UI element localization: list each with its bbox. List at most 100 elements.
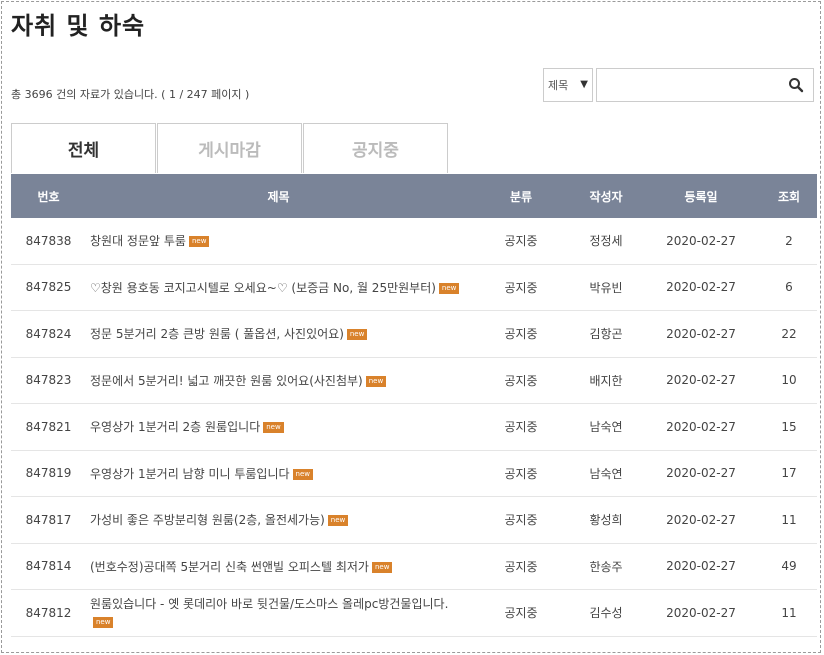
row-subject[interactable]: ♡창원 용호동 코지고시텔로 오세요~♡ (보증금 No, 월 25만원부터) n… [86, 279, 471, 296]
row-category: 공지중 [504, 513, 538, 528]
tab-closed[interactable]: 게시마감 [157, 123, 302, 173]
row-date: 2020-02-27 [666, 419, 736, 434]
new-badge: new [327, 515, 349, 527]
row-author: 한송주 [589, 559, 623, 574]
row-author: 박유빈 [589, 280, 623, 295]
search-button[interactable] [778, 68, 814, 102]
row-category: 공지중 [504, 327, 538, 342]
table-row[interactable]: 847819 우영상가 1분거리 남향 미니 투룸입니다 new 공지중 남숙연 2020… [11, 451, 817, 497]
row-subject[interactable]: 정문에서 5분거리! 넓고 깨끗한 원룸 있어요(사진첨부) new [86, 372, 471, 389]
row-author: 김수성 [589, 606, 623, 621]
table-row[interactable]: 847823 정문에서 5분거리! 넓고 깨끗한 원룸 있어요(사진첨부) new 공… [11, 358, 817, 404]
row-subject-link[interactable]: 우영상가 1분거리 2층 원룸입니다 [90, 420, 260, 434]
category-tabs: 전체 게시마감 공지중 [11, 123, 449, 173]
row-views: 2 [785, 233, 793, 248]
row-date: 2020-02-27 [666, 559, 736, 574]
table-body: 847838 창원대 정문앞 투룸 new 공지중 정정세 2020-02-27 2 8478… [11, 218, 817, 637]
row-date: 2020-02-27 [666, 373, 736, 388]
row-subject[interactable]: 창원대 정문앞 투룸 new [86, 232, 471, 249]
table-row[interactable]: 847838 창원대 정문앞 투룸 new 공지중 정정세 2020-02-27 2 [11, 218, 817, 265]
row-num: 847814 [25, 559, 72, 574]
row-subject-link[interactable]: (번호수정)공대쪽 5분거리 신축 썬앤빌 오피스텔 최저가 [90, 560, 369, 574]
row-subject-link[interactable]: 정문 5분거리 2층 큰방 원룸 ( 풀옵션, 사진있어요) [90, 327, 344, 341]
row-date: 2020-02-27 [666, 326, 736, 341]
result-count: 총 3696 건의 자료가 있습니다. ( 1 / 247 페이지 ) [11, 88, 250, 101]
row-subject[interactable]: 정문 5분거리 2층 큰방 원룸 ( 풀옵션, 사진있어요) new [86, 325, 471, 342]
row-category: 공지중 [504, 234, 538, 249]
row-date: 2020-02-27 [666, 280, 736, 295]
row-subject-link[interactable]: 정문에서 5분거리! 넓고 깨끗한 원룸 있어요(사진첨부) [90, 374, 363, 388]
row-subject[interactable]: 가성비 좋은 주방분리형 원룸(2층, 올전세가능) new [86, 511, 471, 528]
new-badge: new [263, 422, 284, 434]
board-frame: 자취 및 하숙 총 3696 건의 자료가 있습니다. ( 1 / 247 페이… [1, 1, 821, 653]
header-num: 번호 [37, 189, 60, 204]
row-num: 847819 [25, 466, 72, 481]
header-author: 작성자 [589, 189, 623, 204]
row-views: 11 [781, 512, 797, 527]
row-views: 6 [785, 280, 793, 295]
row-subject[interactable]: 우영상가 1분거리 2층 원룸입니다 new [86, 418, 471, 435]
tab-all[interactable]: 전체 [11, 123, 156, 173]
row-subject[interactable]: (번호수정)공대쪽 5분거리 신축 썬앤빌 오피스텔 최저가 new [86, 558, 471, 575]
search-field-select[interactable]: 제목 ▼ [543, 68, 593, 102]
row-category: 공지중 [504, 559, 538, 574]
header-views: 조회 [777, 189, 801, 204]
row-num: 847825 [25, 280, 72, 295]
tab-notice[interactable]: 공지중 [303, 123, 448, 173]
row-subject-link[interactable]: 원룸있습니다 - 옛 롯데리아 바로 뒷건물/도스마스 올레pc방건물입니다. [90, 597, 448, 611]
search-icon [789, 78, 804, 93]
post-table: 번호 제목 분류 작성자 등록일 조회 847838 창원대 정문앞 투룸 new 공… [11, 174, 817, 637]
row-views: 11 [781, 605, 797, 620]
table-row[interactable]: 847825 ♡창원 용호동 코지고시텔로 오세요~♡ (보증금 No, 월 25… [11, 265, 817, 311]
row-num: 847812 [25, 605, 72, 620]
row-category: 공지중 [504, 280, 538, 295]
row-author: 남숙연 [589, 466, 623, 481]
table-row[interactable]: 847817 가성비 좋은 주방분리형 원룸(2층, 올전세가능) new 공지중 황성… [11, 497, 817, 544]
new-badge: new [93, 616, 114, 628]
row-views: 15 [781, 419, 797, 434]
table-row[interactable]: 847814 (번호수정)공대쪽 5분거리 신축 썬앤빌 오피스텔 최저가 new 공… [11, 544, 817, 590]
new-badge: new [292, 468, 314, 480]
row-views: 10 [781, 373, 797, 388]
row-views: 49 [781, 559, 797, 574]
new-badge: new [365, 375, 387, 387]
row-author: 황성희 [589, 513, 623, 528]
row-author: 김항곤 [589, 327, 623, 342]
row-subject[interactable]: 우영상가 1분거리 남향 미니 투룸입니다 new [86, 465, 471, 482]
row-date: 2020-02-27 [666, 605, 736, 620]
header-subject: 제목 [267, 189, 290, 204]
row-num: 847823 [25, 373, 72, 388]
header-category: 분류 [509, 189, 533, 204]
header-date: 등록일 [684, 189, 718, 204]
row-subject-link[interactable]: ♡창원 용호동 코지고시텔로 오세요~♡ (보증금 No, 월 25만원부터) [90, 281, 436, 295]
row-subject-link[interactable]: 창원대 정문앞 투룸 [90, 234, 186, 248]
row-date: 2020-02-27 [666, 233, 736, 248]
new-badge: new [188, 236, 210, 248]
row-subject[interactable]: 원룸있습니다 - 옛 롯데리아 바로 뒷건물/도스마스 올레pc방건물입니다. n… [86, 595, 471, 631]
search-field-value: 제목 [548, 79, 569, 92]
row-date: 2020-02-27 [666, 466, 736, 481]
row-author: 배지한 [589, 373, 623, 388]
new-badge: new [346, 329, 368, 341]
row-author: 정정세 [589, 234, 623, 249]
table-header: 번호 제목 분류 작성자 등록일 조회 [11, 174, 817, 218]
table-row[interactable]: 847824 정문 5분거리 2층 큰방 원룸 ( 풀옵션, 사진있어요) new 공… [11, 311, 817, 358]
row-category: 공지중 [504, 606, 538, 621]
row-num: 847838 [25, 233, 72, 248]
new-badge: new [371, 561, 393, 573]
row-date: 2020-02-27 [666, 512, 736, 527]
row-subject-link[interactable]: 우영상가 1분거리 남향 미니 투룸입니다 [90, 467, 290, 481]
row-subject-link[interactable]: 가성비 좋은 주방분리형 원룸(2층, 올전세가능) [90, 513, 325, 527]
row-views: 22 [781, 326, 797, 341]
row-author: 남숙연 [589, 420, 623, 435]
row-category: 공지중 [504, 373, 538, 388]
row-num: 847817 [25, 512, 72, 527]
table-row[interactable]: 847812 원룸있습니다 - 옛 롯데리아 바로 뒷건물/도스마스 올레pc방건… [11, 590, 817, 637]
new-badge: new [438, 282, 460, 294]
row-category: 공지중 [504, 420, 538, 435]
table-row[interactable]: 847821 우영상가 1분거리 2층 원룸입니다 new 공지중 남숙연 2020-02… [11, 404, 817, 451]
row-num: 847824 [25, 326, 72, 341]
dropdown-arrow-icon: ▼ [580, 79, 588, 90]
page-title: 자취 및 하숙 [11, 12, 146, 40]
row-num: 847821 [25, 419, 72, 434]
